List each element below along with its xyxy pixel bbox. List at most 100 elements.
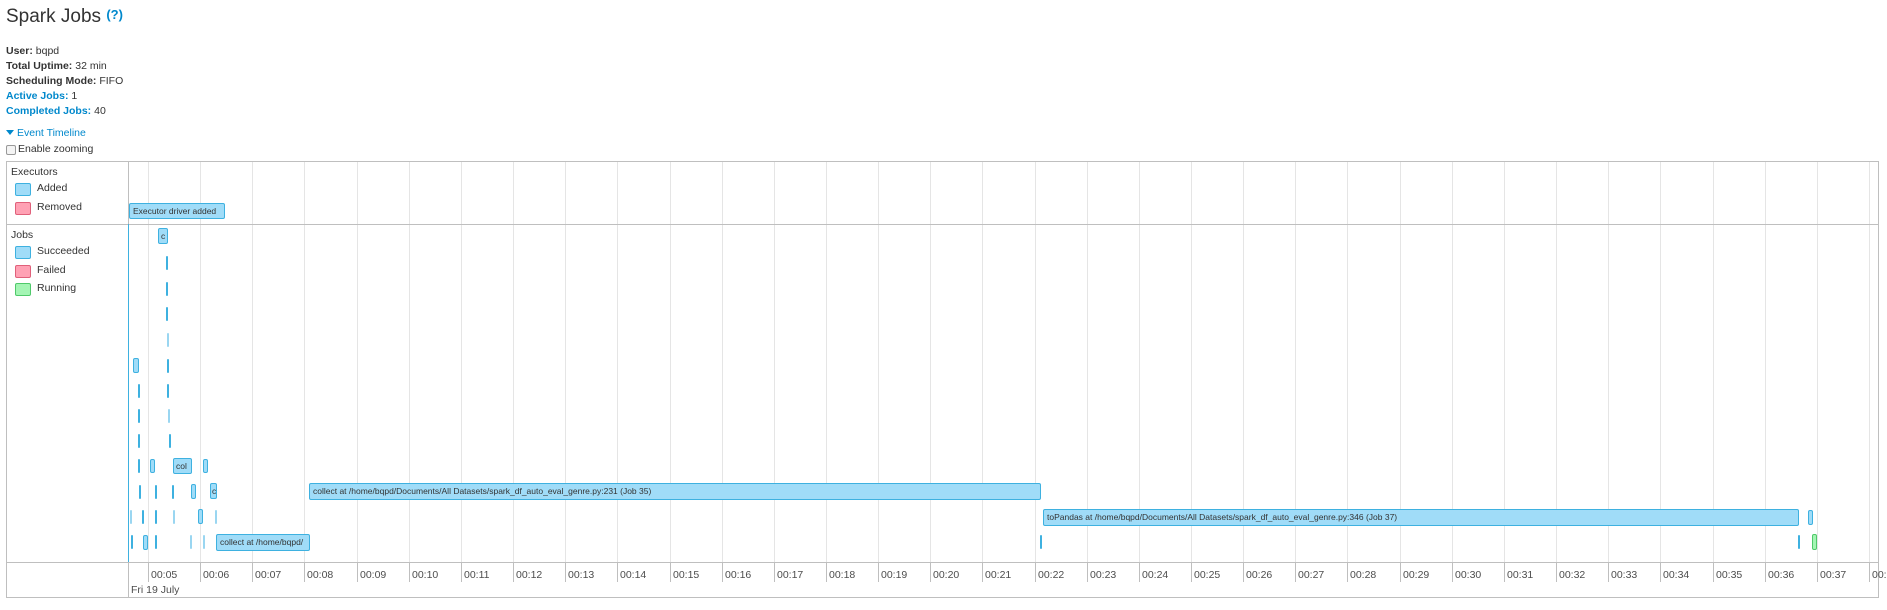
axis-tick-label: 00:32 bbox=[1559, 569, 1586, 581]
start-marker bbox=[128, 224, 129, 562]
job-tick[interactable] bbox=[166, 307, 168, 321]
executor-added-event[interactable]: Executor driver added bbox=[129, 203, 225, 219]
executors-group-title: Executors bbox=[11, 166, 58, 178]
gridline bbox=[1660, 162, 1661, 562]
job-tick[interactable] bbox=[166, 256, 168, 270]
job-tick[interactable] bbox=[138, 459, 140, 473]
axis-tick bbox=[252, 562, 253, 582]
summary-uptime: Total Uptime: 32 min bbox=[6, 59, 107, 74]
axis-tick-label: 00:33 bbox=[1611, 569, 1638, 581]
job-tick[interactable] bbox=[130, 510, 132, 524]
axis-tick bbox=[1869, 562, 1870, 582]
job-tick[interactable] bbox=[138, 409, 140, 423]
axis-tick bbox=[357, 562, 358, 582]
active-jobs-link[interactable]: Active Jobs: bbox=[6, 90, 68, 102]
axis-tick-label: 00:16 bbox=[725, 569, 752, 581]
axis-tick bbox=[774, 562, 775, 582]
axis-tick bbox=[1087, 562, 1088, 582]
axis-tick bbox=[304, 562, 305, 582]
job-tick[interactable] bbox=[150, 459, 155, 473]
summary-scheduling: Scheduling Mode: FIFO bbox=[6, 74, 123, 89]
gridline bbox=[930, 162, 931, 562]
job-tick[interactable] bbox=[1040, 535, 1042, 549]
job-bar[interactable]: c bbox=[158, 228, 168, 244]
axis-tick-label: 00:27 bbox=[1298, 569, 1325, 581]
job-tick[interactable] bbox=[167, 333, 169, 347]
job-tick[interactable] bbox=[155, 535, 157, 549]
active-jobs-count: 1 bbox=[71, 90, 78, 102]
axis-tick bbox=[930, 562, 931, 582]
job-tick[interactable] bbox=[143, 535, 148, 550]
job-tick[interactable] bbox=[142, 510, 144, 524]
gridline bbox=[1191, 162, 1192, 562]
enable-zooming-checkbox[interactable] bbox=[6, 145, 16, 155]
axis-tick bbox=[1191, 562, 1192, 582]
job-tick[interactable] bbox=[138, 384, 140, 398]
job-tick[interactable] bbox=[203, 535, 205, 549]
gridline bbox=[252, 162, 253, 562]
job-tick[interactable] bbox=[198, 509, 203, 524]
gridline bbox=[1295, 162, 1296, 562]
job-tick[interactable] bbox=[173, 510, 175, 524]
running-swatch bbox=[15, 283, 31, 296]
axis-tick-label: 00:22 bbox=[1038, 569, 1065, 581]
axis-tick-label: 00:10 bbox=[412, 569, 439, 581]
enable-zooming-label: Enable zooming bbox=[18, 143, 94, 155]
job-tick[interactable] bbox=[133, 358, 139, 373]
added-swatch bbox=[15, 183, 31, 196]
help-link[interactable]: (?) bbox=[106, 7, 123, 22]
job-tick[interactable] bbox=[167, 384, 169, 398]
removed-swatch bbox=[15, 202, 31, 215]
axis-tick-label: 00:37 bbox=[1820, 569, 1847, 581]
job-tick[interactable] bbox=[191, 484, 196, 499]
axis-tick bbox=[1817, 562, 1818, 582]
job-tick[interactable] bbox=[215, 510, 217, 524]
axis-tick-label: 00:24 bbox=[1142, 569, 1169, 581]
job-tick[interactable] bbox=[1798, 535, 1800, 549]
gridline bbox=[513, 162, 514, 562]
gridline bbox=[774, 162, 775, 562]
job-tick[interactable] bbox=[172, 485, 174, 499]
summary-active-jobs: Active Jobs: 1 bbox=[6, 89, 77, 104]
legend-succeeded-label: Succeeded bbox=[37, 245, 90, 257]
axis-tick bbox=[1243, 562, 1244, 582]
event-timeline-toggle[interactable]: Event Timeline bbox=[6, 127, 86, 139]
axis-tick bbox=[200, 562, 201, 582]
job-bar[interactable]: col bbox=[173, 458, 192, 474]
gridline bbox=[200, 162, 201, 562]
job-tick[interactable] bbox=[190, 535, 192, 549]
job-bar[interactable]: c bbox=[210, 483, 217, 499]
axis-tick-label: 00:06 bbox=[203, 569, 230, 581]
job-tick[interactable] bbox=[169, 434, 171, 448]
job-tick[interactable] bbox=[138, 434, 140, 448]
event-timeline: Executors Added Removed Jobs Succeeded F… bbox=[6, 161, 1887, 598]
axis-tick-label: 00:35 bbox=[1716, 569, 1743, 581]
job-tick[interactable] bbox=[166, 282, 168, 296]
job-tick[interactable] bbox=[139, 485, 141, 499]
gridline bbox=[1608, 162, 1609, 562]
job-bar-35[interactable]: collect at /home/bqpd/Documents/All Data… bbox=[309, 483, 1041, 500]
gridline bbox=[878, 162, 879, 562]
axis-tick-label: 00:36 bbox=[1768, 569, 1795, 581]
axis-tick bbox=[1400, 562, 1401, 582]
axis-tick bbox=[982, 562, 983, 582]
job-bar-37[interactable]: toPandas at /home/bqpd/Documents/All Dat… bbox=[1043, 509, 1799, 526]
summary-user-label: User: bbox=[6, 45, 33, 57]
legend-removed-label: Removed bbox=[37, 201, 82, 213]
completed-jobs-link[interactable]: Completed Jobs: bbox=[6, 105, 91, 117]
job-tick[interactable] bbox=[1808, 510, 1813, 525]
job-tick[interactable] bbox=[155, 510, 157, 524]
job-tick[interactable] bbox=[155, 485, 157, 499]
job-tick[interactable] bbox=[168, 409, 170, 423]
axis-date: Fri 19 July bbox=[131, 584, 180, 596]
gridline bbox=[1035, 162, 1036, 562]
job-tick[interactable] bbox=[167, 359, 169, 373]
axis-tick bbox=[461, 562, 462, 582]
page-title-text: Spark Jobs bbox=[6, 6, 102, 27]
axis-tick-label: 00: bbox=[1872, 569, 1887, 581]
gridline bbox=[304, 162, 305, 562]
job-bar[interactable]: collect at /home/bqpd/ bbox=[216, 534, 310, 551]
job-tick[interactable] bbox=[203, 459, 208, 473]
job-tick[interactable] bbox=[131, 535, 133, 549]
running-job[interactable] bbox=[1812, 534, 1817, 550]
